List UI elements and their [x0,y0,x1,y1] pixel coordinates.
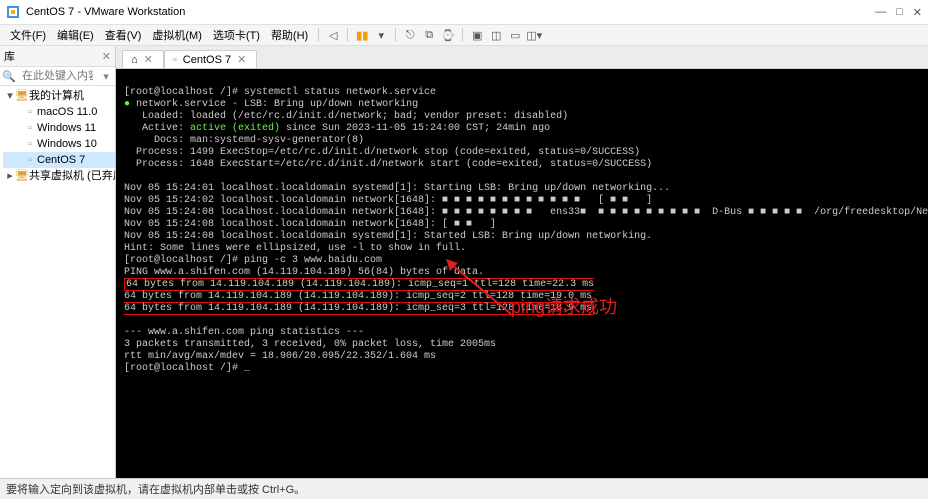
toolbar-manage-icon[interactable]: ⌚ [440,27,456,43]
search-input[interactable] [18,67,97,85]
library-tree: ▾🖥我的计算机 ▫macOS 11.0 ▫Windows 11 ▫Windows… [0,86,115,478]
window-titlebar: CentOS 7 - VMware Workstation — □ ✕ [0,0,928,25]
menu-edit[interactable]: 编辑(E) [53,26,98,44]
maximize-button[interactable]: □ [896,6,903,19]
menu-tabs[interactable]: 选项卡(T) [209,26,264,44]
tab-centos7[interactable]: ▫ CentOS 7 ✕ [164,50,257,68]
toolbar-send-icon[interactable]: ⎋ [402,27,418,43]
menu-file[interactable]: 文件(F) [6,26,50,44]
sidebar-close-icon[interactable]: ✕ [102,50,111,63]
tree-item-win10[interactable]: ▫Windows 10 [3,136,115,152]
main-area: ⌂✕ ▫CentOS 7✕ [root@localhost /]# system… [116,46,928,478]
tree-root-mycomputer[interactable]: ▾🖥我的计算机 [3,88,115,104]
annotation-arrow [446,259,516,319]
toolbar-console-icon[interactable]: ▭ [507,27,523,43]
toolbar-snapshot-icon[interactable]: ⧉ [421,27,437,43]
search-icon: 🔍 [0,70,18,83]
status-bar: 要将输入定向到该虚拟机，请在虚拟机内部单击或按 Ctrl+G。 [0,478,928,499]
search-dropdown-icon[interactable]: ▾ [97,70,115,83]
close-icon[interactable]: ✕ [144,53,153,66]
toolbar-pause-icon[interactable]: ▮▮ [354,27,370,43]
sidebar-title: 库 [4,48,15,64]
tab-vm-icon: ▫ [173,54,177,66]
tab-home[interactable]: ⌂✕ [122,50,164,68]
menu-vm[interactable]: 虚拟机(M) [148,26,206,44]
vmware-icon [6,5,20,19]
tab-bar: ⌂✕ ▫CentOS 7✕ [116,46,928,69]
toolbar-fullscreen-icon[interactable]: ▣ [469,27,485,43]
tree-item-macos[interactable]: ▫macOS 11.0 [3,104,115,120]
close-button[interactable]: ✕ [913,6,922,19]
close-icon[interactable]: ✕ [237,53,246,66]
toolbar-dropdown-icon[interactable]: ▾ [373,27,389,43]
toolbar-unity-icon[interactable]: ◫ [488,27,504,43]
sidebar: 库 ✕ 🔍 ▾ ▾🖥我的计算机 ▫macOS 11.0 ▫Windows 11 … [0,46,116,478]
tab-label: CentOS 7 [183,54,231,66]
menu-help[interactable]: 帮助(H) [267,26,312,44]
tree-item-win11[interactable]: ▫Windows 11 [3,120,115,136]
toolbar-stretch-icon[interactable]: ◫▾ [526,27,542,43]
tree-item-centos7[interactable]: ▫CentOS 7 [3,152,115,168]
window-title: CentOS 7 - VMware Workstation [26,6,185,18]
menubar: 文件(F) 编辑(E) 查看(V) 虚拟机(M) 选项卡(T) 帮助(H) ◁ … [0,25,928,46]
menu-view[interactable]: 查看(V) [101,26,146,44]
toolbar-back-icon[interactable]: ◁ [325,27,341,43]
home-icon: ⌂ [131,54,138,66]
minimize-button[interactable]: — [875,6,886,19]
annotation-text: ping请求成功 [511,301,617,313]
terminal[interactable]: [root@localhost /]# systemctl status net… [116,69,928,478]
status-text: 要将输入定向到该虚拟机，请在虚拟机内部单击或按 Ctrl+G。 [6,481,305,497]
tree-root-shared[interactable]: ▸🖥共享虚拟机 (已弃用) [3,168,115,184]
